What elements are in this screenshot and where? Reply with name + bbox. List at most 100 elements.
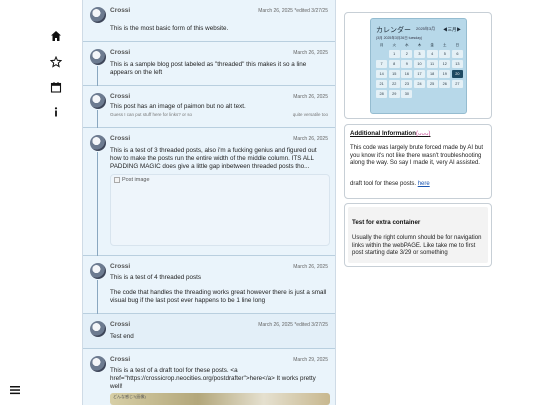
post-author[interactable]: Crossi xyxy=(110,321,130,328)
calendar-day[interactable]: 18 xyxy=(426,69,438,78)
calendar-day[interactable]: 1 xyxy=(388,49,400,58)
post-image[interactable]: Post image xyxy=(110,174,330,246)
calendar-day[interactable]: 26 xyxy=(439,79,451,88)
test-title: Test for extra container xyxy=(352,219,421,226)
test-text: Usually the right column should be for n… xyxy=(352,235,482,256)
thread-line xyxy=(97,280,98,314)
post-text: This post has an image of paimon but no … xyxy=(110,103,246,110)
calendar-day[interactable]: 23 xyxy=(401,79,413,88)
info-title-emoticon: (ᴗᴗᴗ) xyxy=(416,130,431,137)
avatar[interactable] xyxy=(90,263,106,279)
draft-tool-link[interactable]: here xyxy=(418,181,430,187)
calendar-day[interactable]: 22 xyxy=(388,79,400,88)
info-draft-text: draft tool for these posts. xyxy=(350,181,418,187)
calendar-subtitle: (3月 2025年3月26日 tuesday) xyxy=(376,36,423,40)
calendar-day[interactable]: 15 xyxy=(388,69,400,78)
post-date: March 26, 2025 xyxy=(293,94,328,100)
info-title-text: Additional Information xyxy=(350,130,416,137)
calendar-day[interactable]: 24 xyxy=(413,79,426,88)
post: Crossi March 29, 2025 This is a test of … xyxy=(83,349,335,405)
preview-caption: どんな感じ?(画像) xyxy=(113,394,146,399)
calendar-weekday: 木 xyxy=(417,43,422,47)
avatar[interactable] xyxy=(90,7,106,23)
calendar-day[interactable]: 21 xyxy=(376,79,388,88)
calendar-day[interactable]: 13 xyxy=(451,59,463,68)
calendar-weekday: 金 xyxy=(430,43,434,47)
calendar-card: カレンダー 2025年3月 ◀三月▶ (3月 2025年3月26日 tuesda… xyxy=(344,12,492,119)
calendar-day[interactable]: 27 xyxy=(451,79,463,88)
post-author[interactable]: Crossi xyxy=(110,7,130,14)
calendar-day[interactable]: 6 xyxy=(451,49,463,58)
post-text: Test end xyxy=(110,333,134,340)
home-icon[interactable] xyxy=(49,29,63,43)
calendar-title: カレンダー xyxy=(376,26,411,34)
image-alt-text: Post image xyxy=(122,177,150,183)
calendar-day[interactable]: 14 xyxy=(376,69,388,78)
calendar-day[interactable]: 3 xyxy=(413,49,426,58)
post: Crossi March 26, 2025 This is a sample b… xyxy=(83,42,335,86)
calendar-day[interactable]: 17 xyxy=(413,69,426,78)
broken-image-icon xyxy=(114,177,120,183)
calendar-weekday: 土 xyxy=(443,43,447,47)
post-author[interactable]: Crossi xyxy=(110,356,130,363)
post: Crossi March 26, 2025 *edited 3/27/25 Te… xyxy=(83,314,335,349)
calendar-day[interactable]: 28 xyxy=(376,89,388,98)
post: Crossi March 26, 2025 This post has an i… xyxy=(83,86,335,128)
calendar-day[interactable]: 2 xyxy=(401,49,413,58)
calendar-day[interactable]: 12 xyxy=(439,59,451,68)
post-text: This is the most basic form of this webs… xyxy=(110,25,229,32)
calendar-weekday: 日 xyxy=(455,43,460,47)
calendar-day[interactable]: 16 xyxy=(401,69,413,78)
test-card: Test for extra container Usually the rig… xyxy=(344,203,492,267)
info-draft-line: draft tool for these posts. here xyxy=(350,181,487,189)
info-text: This code was largely brute forced made … xyxy=(350,145,484,166)
post-date: March 26, 2025 xyxy=(293,136,328,142)
post-date: March 26, 2025 *edited 3/27/25 xyxy=(258,8,328,14)
post-footnote-right: quite versatile too xyxy=(292,112,328,117)
post-author[interactable]: Crossi xyxy=(110,135,130,142)
calendar-day[interactable]: 7 xyxy=(376,59,388,68)
calendar-day[interactable]: 4 xyxy=(426,49,438,58)
post-text: This is a sample blog post labeled as "t… xyxy=(110,61,307,76)
calendar-day[interactable]: 25 xyxy=(426,79,438,88)
calendar-day[interactable]: 9 xyxy=(401,59,413,68)
calendar-day[interactable]: 8 xyxy=(388,59,400,68)
calendar-day[interactable]: 11 xyxy=(426,59,438,68)
calendar-day[interactable]: 10 xyxy=(413,59,426,68)
info-title: Additional Information(ᴗᴗᴗ) xyxy=(350,130,430,137)
menu-icon[interactable] xyxy=(9,383,21,395)
info-icon[interactable] xyxy=(49,105,63,119)
calendar-day[interactable]: 29 xyxy=(388,89,400,98)
post: Crossi March 26, 2025 *edited 3/27/25 Th… xyxy=(83,0,335,42)
calendar-day[interactable]: 30 xyxy=(401,89,413,98)
post-text: This is a test of 3 threaded posts, also… xyxy=(110,147,317,170)
calendar-day[interactable]: 19 xyxy=(439,69,451,78)
thread-line xyxy=(97,110,98,128)
calendar-icon[interactable] xyxy=(49,80,63,94)
post-author[interactable]: Crossi xyxy=(110,49,130,56)
calendar-blank-cell xyxy=(376,50,387,59)
post-author[interactable]: Crossi xyxy=(110,93,130,100)
star-icon[interactable] xyxy=(49,55,63,69)
post-author[interactable]: Crossi xyxy=(110,263,130,270)
calendar-widget: カレンダー 2025年3月 ◀三月▶ (3月 2025年3月26日 tuesda… xyxy=(370,18,467,114)
calendar-month-switcher[interactable]: ◀三月▶ xyxy=(443,27,461,33)
post-image-preview[interactable]: どんな感じ?(画像) xyxy=(110,393,330,405)
calendar-day[interactable]: 20 xyxy=(451,69,463,78)
calendar-grid: 月火水木金土日 1 2 3 4 5 6 7 8 9 10 11 12 13 14 15 16 17 18 19 20 21… xyxy=(376,42,463,98)
post-feed[interactable]: Crossi March 26, 2025 *edited 3/27/25 Th… xyxy=(82,0,336,405)
post-text-2: The code that handles the threading work… xyxy=(110,289,327,304)
calendar-year: 2025年3月 xyxy=(416,26,436,31)
avatar[interactable] xyxy=(90,49,106,65)
avatar[interactable] xyxy=(90,356,106,372)
post-date: March 26, 2025 xyxy=(293,264,328,270)
info-card: Additional Information(ᴗᴗᴗ) This code wa… xyxy=(344,124,492,199)
calendar-day[interactable]: 5 xyxy=(439,49,451,58)
post: Crossi March 26, 2025 This is a test of … xyxy=(83,128,335,256)
avatar[interactable] xyxy=(90,135,106,151)
thread-line xyxy=(97,152,98,256)
avatar[interactable] xyxy=(90,321,106,337)
avatar[interactable] xyxy=(90,93,106,109)
thread-line xyxy=(97,66,98,86)
post: Crossi March 26, 2025 This is a test of … xyxy=(83,256,335,314)
